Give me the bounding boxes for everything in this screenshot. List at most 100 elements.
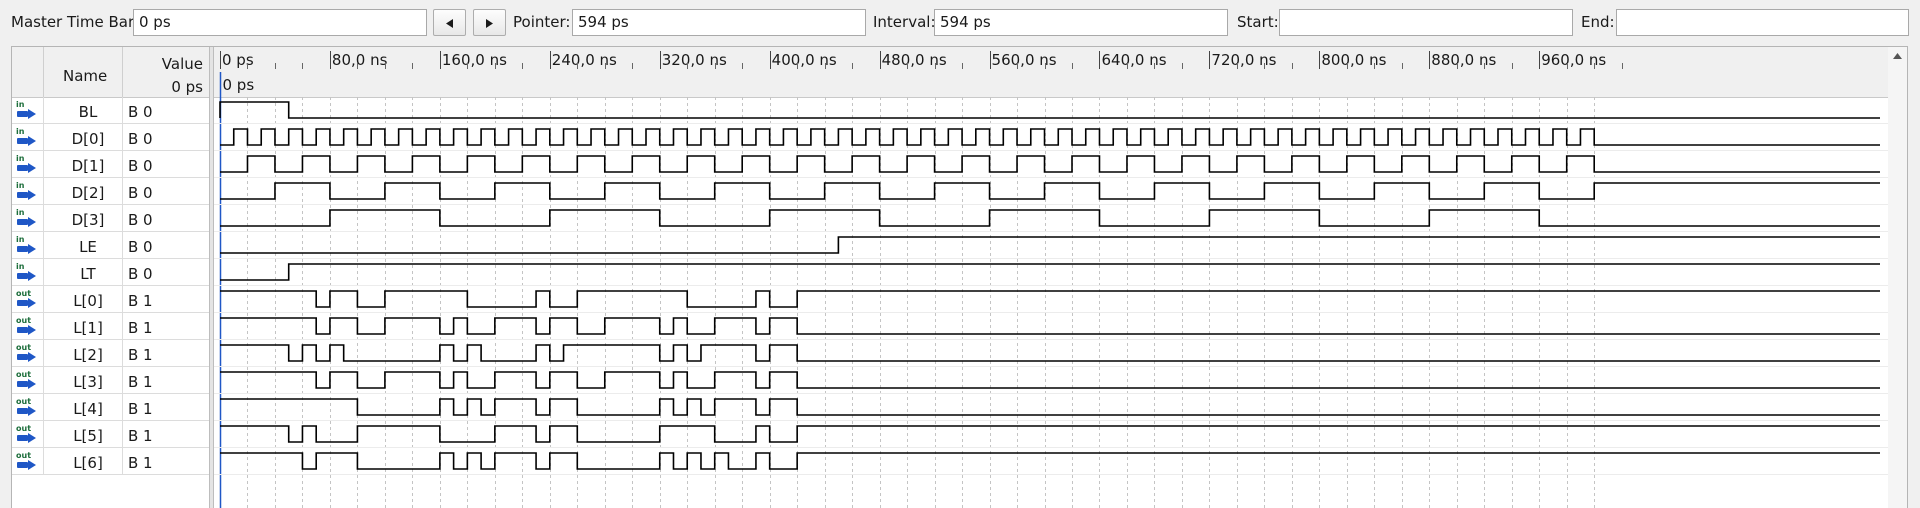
signal-name[interactable]: LT [46, 265, 130, 283]
interval-label: Interval: [873, 13, 936, 31]
signal-row[interactable]: out L[6] B 1 [12, 448, 209, 475]
time-tick-label: 80,0 ns [332, 51, 388, 69]
signal-value: B 0 [128, 157, 153, 175]
scroll-up-icon[interactable] [1893, 53, 1902, 59]
output-pin-icon: out [14, 316, 42, 337]
signal-name[interactable]: L[3] [46, 373, 130, 391]
vertical-scrollbar[interactable] [1888, 47, 1907, 508]
output-pin-icon: out [14, 370, 42, 391]
waveform-trace[interactable] [220, 128, 1880, 146]
output-pin-icon: out [14, 424, 42, 445]
output-pin-icon: out [14, 397, 42, 418]
previous-transition-button[interactable] [433, 9, 466, 36]
signal-row[interactable]: in LT B 0 [12, 259, 209, 286]
time-tick-label: 320,0 ns [662, 51, 727, 69]
pin-direction-label: out [16, 289, 32, 298]
pin-direction-label: in [16, 208, 25, 217]
signal-name[interactable]: L[2] [46, 346, 130, 364]
input-pin-icon: in [14, 154, 42, 175]
signal-value: B 0 [128, 238, 153, 256]
pin-direction-label: in [16, 235, 25, 244]
interval-input[interactable]: 594 ps [934, 9, 1228, 36]
waveform-trace[interactable] [220, 452, 1880, 470]
signal-row[interactable]: in D[3] B 0 [12, 205, 209, 232]
input-pin-icon: in [14, 127, 42, 148]
waveform-trace[interactable] [220, 290, 1880, 308]
signal-value: B 0 [128, 211, 153, 229]
waveform-trace[interactable] [220, 236, 1880, 254]
start-input[interactable] [1279, 9, 1573, 36]
signal-row[interactable]: in LE B 0 [12, 232, 209, 259]
signal-value: B 0 [128, 265, 153, 283]
waveform-canvas[interactable]: 0 ps 80,0 ns 160,0 ns 240,0 ns 320,0 ns 400,0… [214, 47, 1889, 508]
triangle-left-icon [446, 19, 453, 28]
waveform-trace[interactable] [220, 155, 1880, 173]
time-tick-label: 400,0 ns [772, 51, 837, 69]
waveform-trace[interactable] [219, 101, 1880, 119]
signal-name[interactable]: D[2] [46, 184, 130, 202]
signal-row[interactable]: out L[0] B 1 [12, 286, 209, 313]
pin-direction-label: in [16, 127, 25, 136]
waveform-trace[interactable] [220, 344, 1880, 362]
waveform-trace[interactable] [220, 317, 1880, 335]
signal-row[interactable]: out L[3] B 1 [12, 367, 209, 394]
waveform-trace[interactable] [220, 425, 1880, 443]
signal-name[interactable]: D[3] [46, 211, 130, 229]
time-tick-label: 240,0 ns [552, 51, 617, 69]
name-column-header[interactable]: Name [63, 67, 107, 85]
time-tick-label: 720,0 ns [1211, 51, 1276, 69]
master-time-bar-label: Master Time Bar: [11, 13, 139, 31]
input-pin-icon: in [14, 208, 42, 229]
end-label: End: [1581, 13, 1615, 31]
pin-direction-label: in [16, 154, 25, 163]
signal-name[interactable]: D[0] [46, 130, 130, 148]
master-time-bar-input[interactable]: 0 ps [133, 9, 427, 36]
signal-row[interactable]: out L[2] B 1 [12, 340, 209, 367]
pin-direction-label: out [16, 316, 32, 325]
signal-value: B 1 [128, 427, 153, 445]
signal-row[interactable]: in D[0] B 0 [12, 124, 209, 151]
signal-name[interactable]: L[6] [46, 454, 130, 472]
signal-row[interactable]: out L[5] B 1 [12, 421, 209, 448]
pin-direction-label: out [16, 370, 32, 379]
input-pin-icon: in [14, 181, 42, 202]
value-column-header[interactable]: Value [162, 55, 203, 73]
signal-value: B 1 [128, 292, 153, 310]
waveform-area[interactable]: 0 ps 80,0 ns 160,0 ns 240,0 ns 320,0 ns 400,0… [214, 47, 1889, 508]
signal-name[interactable]: L[1] [46, 319, 130, 337]
signal-row[interactable]: in BL B 0 [12, 97, 209, 124]
waveform-trace[interactable] [220, 398, 1880, 416]
time-tick-label: 960,0 ns [1541, 51, 1606, 69]
signal-name[interactable]: LE [46, 238, 130, 256]
input-pin-icon: in [14, 100, 42, 121]
signal-name[interactable]: L[0] [46, 292, 130, 310]
signal-name[interactable]: L[5] [46, 427, 130, 445]
signal-row[interactable]: out L[1] B 1 [12, 313, 209, 340]
signal-name[interactable]: BL [46, 103, 130, 121]
end-input[interactable] [1616, 9, 1909, 36]
signal-name[interactable]: D[1] [46, 157, 130, 175]
pin-direction-label: in [16, 262, 25, 271]
pointer-input[interactable]: 594 ps [572, 9, 866, 36]
waveform-trace[interactable] [220, 371, 1880, 389]
next-transition-button[interactable] [473, 9, 506, 36]
signal-row[interactable]: in D[2] B 0 [12, 178, 209, 205]
output-pin-icon: out [14, 343, 42, 364]
waveform-panel: Name Value 0 ps in BL B 0 in D[0] B 0 in D[1] B … [11, 46, 1908, 508]
time-tick-label: 640,0 ns [1101, 51, 1166, 69]
signal-value: B 0 [128, 103, 153, 121]
pin-direction-label: in [16, 181, 25, 190]
waveform-trace[interactable] [220, 182, 1880, 200]
signal-row[interactable]: out L[4] B 1 [12, 394, 209, 421]
signal-list-header: Name Value 0 ps [12, 47, 209, 98]
input-pin-icon: in [14, 262, 42, 283]
signal-value: B 1 [128, 346, 153, 364]
time-tick-label: 800,0 ns [1321, 51, 1386, 69]
signal-name[interactable]: L[4] [46, 400, 130, 418]
waveform-trace[interactable] [220, 263, 1880, 281]
pin-direction-label: out [16, 451, 32, 460]
time-tick-label: 160,0 ns [442, 51, 507, 69]
waveform-trace[interactable] [220, 209, 1880, 227]
signal-row[interactable]: in D[1] B 0 [12, 151, 209, 178]
signal-value: B 1 [128, 400, 153, 418]
